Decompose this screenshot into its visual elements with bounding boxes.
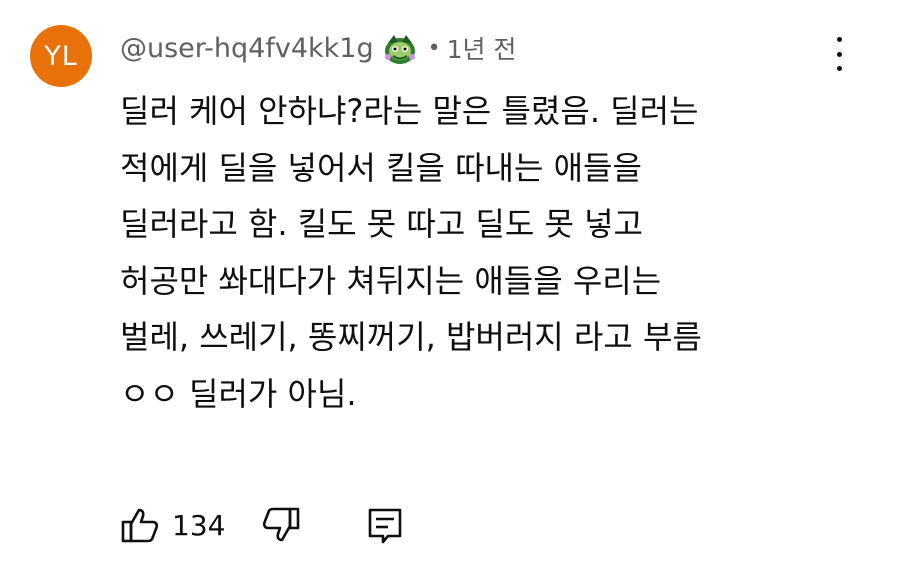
more-dot — [836, 37, 842, 42]
member-badge-icon — [384, 35, 415, 64]
more-dot — [836, 66, 842, 71]
author-handle[interactable]: @user-hq4fv4kk1g — [120, 33, 374, 64]
comment-line: 허공만 쏴대다가 쳐뒤지는 애들을 우리는 — [120, 261, 662, 300]
avatar[interactable]: YL — [30, 25, 92, 87]
comment-card: YL @user-hq4fv4kk1g • 1년 전 딜러 케어 안하냐?라는 … — [0, 0, 900, 563]
comment-line: 적에게 딜을 넣어서 킬을 따내는 애들을 — [120, 148, 642, 187]
like-count: 134 — [172, 508, 226, 542]
reply-icon[interactable] — [365, 505, 405, 545]
header-separator: • — [427, 35, 441, 61]
comment-header: @user-hq4fv4kk1g • 1년 전 — [120, 28, 516, 68]
timestamp[interactable]: 1년 전 — [447, 30, 517, 66]
comment-line: ㅇㅇ 딜러가 아님. — [120, 374, 357, 413]
comment-line: 벌레, 쓰레기, 똥찌꺼기, 밥버러지 라고 부름 — [120, 318, 702, 356]
comment-line: 딜러라고 함. 킬도 못 따고 딜도 못 넣고 — [120, 205, 643, 243]
comment-text: 딜러 케어 안하냐?라는 말은 틀렸음. 딜러는 적에게 딜을 넣어서 킬을 따… — [120, 83, 840, 422]
comment-line: 딜러 케어 안하냐?라는 말은 틀렸음. 딜러는 — [120, 92, 699, 130]
more-dot — [836, 51, 842, 57]
more-vertical-icon[interactable] — [826, 37, 852, 71]
thumbs-up-icon[interactable] — [120, 505, 160, 545]
avatar-initials: YL — [44, 40, 78, 72]
thumbs-down-icon[interactable] — [261, 505, 301, 545]
comment-actions: 134 — [120, 500, 405, 550]
